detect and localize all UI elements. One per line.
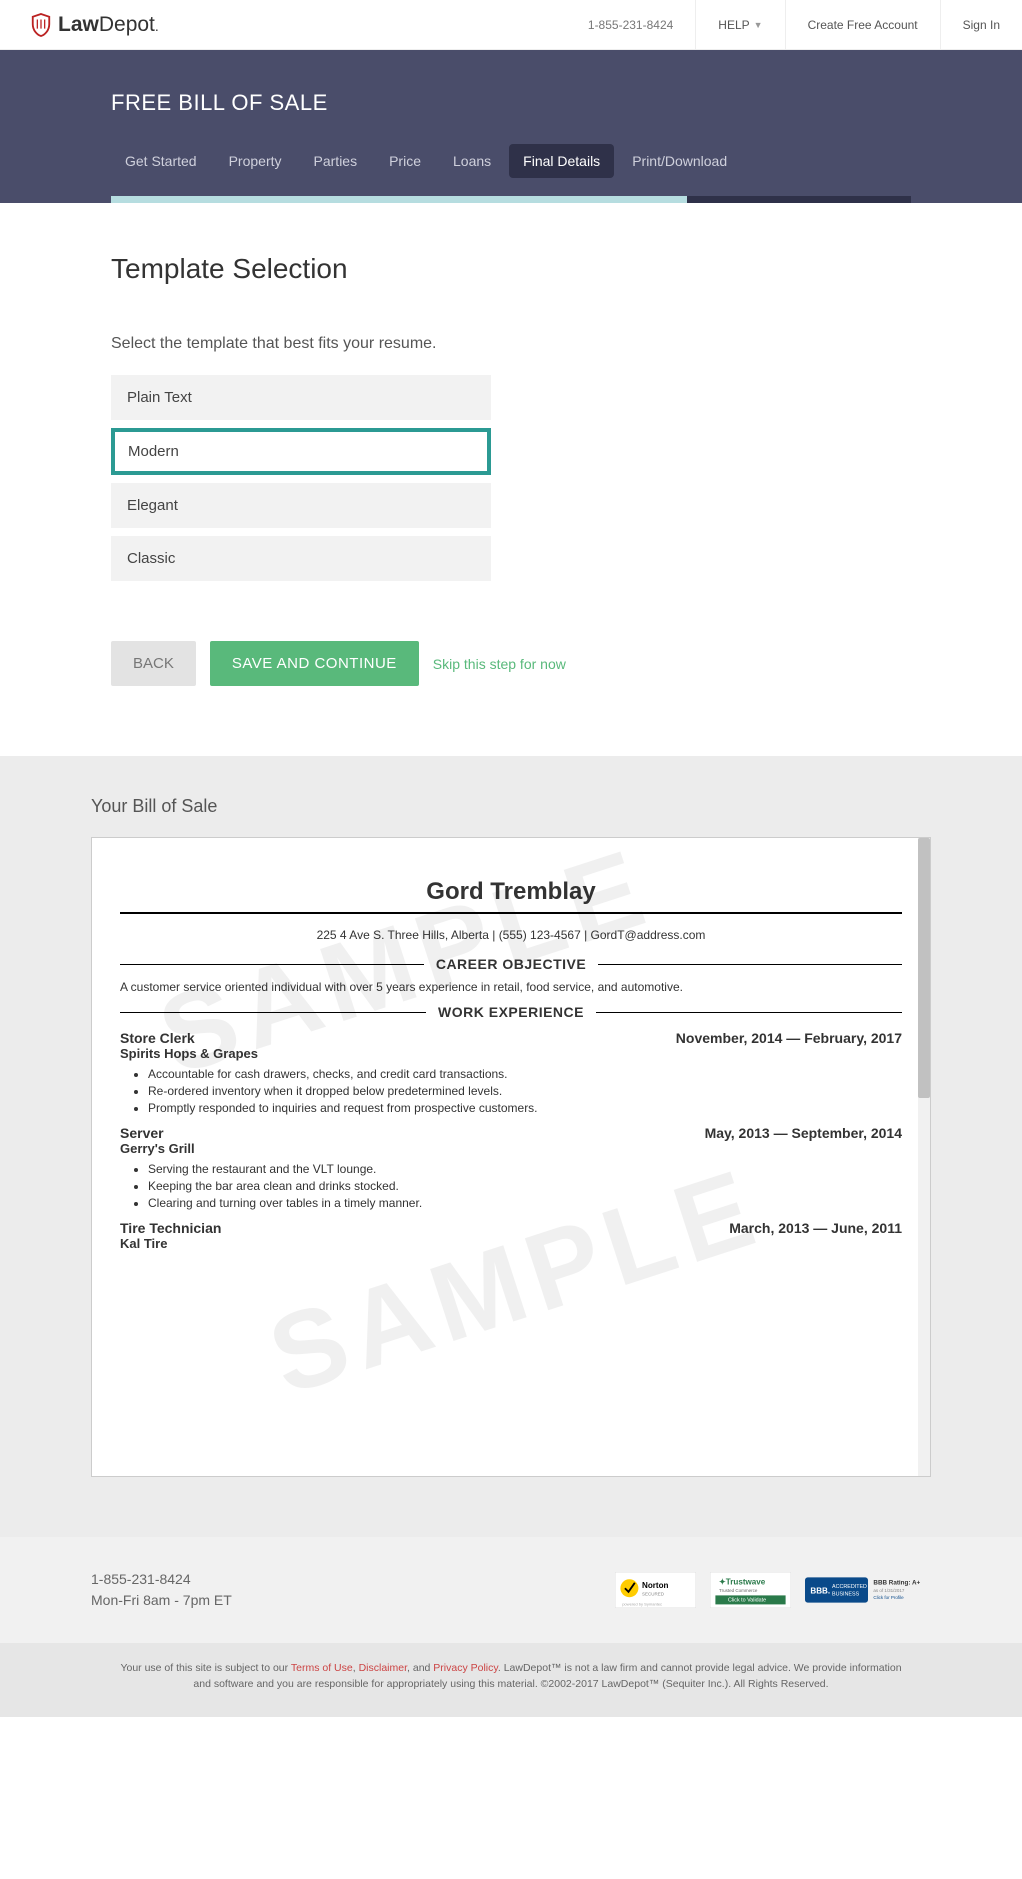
job-subtitle: Kal Tire [120,1236,902,1251]
job-subtitle: Gerry's Grill [120,1141,902,1156]
job-bullet: Promptly responded to inquiries and requ… [148,1101,902,1115]
top-header: LawDepot. 1-855-231-8424 HELP▼ Create Fr… [0,0,1022,50]
job-subtitle: Spirits Hops & Grapes [120,1046,902,1061]
job-bullet: Re-ordered inventory when it dropped bel… [148,1084,902,1098]
header-help[interactable]: HELP▼ [695,0,784,49]
job-dates: November, 2014 — February, 2017 [676,1030,902,1046]
form-actions: BACK SAVE AND CONTINUE Skip this step fo… [111,641,911,686]
job-title: Tire Technician [120,1220,221,1236]
svg-text:BUSINESS: BUSINESS [832,1591,860,1597]
doc-rule [120,912,902,914]
save-continue-button[interactable]: SAVE AND CONTINUE [210,641,419,686]
job-row: Store Clerk November, 2014 — February, 20… [120,1030,902,1046]
content: Template Selection Select the template t… [101,203,921,756]
job-bullets: Accountable for cash drawers, checks, an… [148,1067,902,1115]
skip-link[interactable]: Skip this step for now [433,656,566,672]
job-title: Server [120,1125,164,1141]
template-option-elegant[interactable]: Elegant [111,483,491,528]
job-row: Server May, 2013 — September, 2014 [120,1125,902,1141]
trust-badges: NortonSECURED powered by Symantec ✦Trustw… [615,1572,931,1608]
doc-objective-head: CAREER OBJECTIVE [120,956,902,972]
svg-text:Click to Validate: Click to Validate [728,1598,766,1604]
footer-mid: 1-855-231-8424 Mon-Fri 8am - 7pm ET Nort… [0,1537,1022,1643]
logo-shield-icon [30,12,52,38]
job-bullet: Serving the restaurant and the VLT loung… [148,1162,902,1176]
wizard-tab-property[interactable]: Property [215,144,296,178]
chevron-down-icon: ▼ [754,20,763,30]
back-button[interactable]: BACK [111,641,196,686]
template-options: Plain Text Modern Elegant Classic [111,375,491,581]
page-title: Template Selection [111,253,911,285]
bbb-badge-icon[interactable]: BBB.ACCREDITEDBUSINESS BBB Rating: A+as o… [805,1572,931,1608]
preview-frame: SAMPLE SAMPLE Gord Tremblay 225 4 Ave S.… [91,837,931,1477]
preview-section: Your Bill of Sale SAMPLE SAMPLE Gord Tre… [0,756,1022,1537]
job-dates: March, 2013 — June, 2011 [729,1220,902,1236]
wizard-tab-print-download[interactable]: Print/Download [618,144,741,178]
progress-fill [111,196,687,203]
wizard-tabs: Get StartedPropertyPartiesPriceLoansFina… [111,144,911,178]
svg-text:BBB Rating: A+: BBB Rating: A+ [873,1580,920,1587]
footer-contact: 1-855-231-8424 Mon-Fri 8am - 7pm ET [91,1569,232,1611]
svg-text:as of 1/31/2017: as of 1/31/2017 [873,1588,905,1593]
template-option-modern[interactable]: Modern [111,428,491,475]
svg-text:Trusted Commerce: Trusted Commerce [719,1588,758,1593]
preview-title: Your Bill of Sale [91,796,931,817]
progress-bar [111,196,911,203]
job-dates: May, 2013 — September, 2014 [705,1125,902,1141]
footer-hours: Mon-Fri 8am - 7pm ET [91,1590,232,1611]
logo[interactable]: LawDepot. [0,12,566,38]
footer-legal-pre: Your use of this site is subject to our [120,1662,290,1674]
header-phone[interactable]: 1-855-231-8424 [566,0,695,49]
disclaimer-link[interactable]: Disclaimer [359,1662,407,1674]
wizard-tab-price[interactable]: Price [375,144,435,178]
terms-link[interactable]: Terms of Use [291,1662,353,1674]
trustwave-badge-icon[interactable]: ✦TrustwaveTrusted Commerce Click to Valid… [710,1572,791,1608]
svg-text:✦Trustwave: ✦Trustwave [719,1578,766,1587]
svg-text:powered by Symantec: powered by Symantec [622,1601,662,1606]
job-bullets: Serving the restaurant and the VLT loung… [148,1162,902,1210]
footer-phone: 1-855-231-8424 [91,1569,232,1590]
template-option-classic[interactable]: Classic [111,536,491,581]
header-links: 1-855-231-8424 HELP▼ Create Free Account… [566,0,1022,49]
svg-text:BBB.: BBB. [810,1587,830,1596]
doc-contact: 225 4 Ave S. Three Hills, Alberta | (555… [120,928,902,942]
hero-title: FREE BILL OF SALE [111,90,911,116]
svg-text:Norton: Norton [642,1581,669,1590]
hero: FREE BILL OF SALE Get StartedPropertyPar… [0,50,1022,203]
job-bullet: Accountable for cash drawers, checks, an… [148,1067,902,1081]
wizard-tab-final-details[interactable]: Final Details [509,144,614,178]
job-row: Tire Technician March, 2013 — June, 2011 [120,1220,902,1236]
logo-text: LawDepot. [58,13,159,37]
doc-objective-text: A customer service oriented individual w… [120,980,902,994]
svg-text:ACCREDITED: ACCREDITED [832,1584,867,1590]
wizard-tab-loans[interactable]: Loans [439,144,505,178]
document-preview: SAMPLE SAMPLE Gord Tremblay 225 4 Ave S.… [92,838,930,1291]
job-title: Store Clerk [120,1030,195,1046]
norton-badge-icon[interactable]: NortonSECURED powered by Symantec [615,1572,696,1608]
wizard-tab-get-started[interactable]: Get Started [111,144,211,178]
header-create-account[interactable]: Create Free Account [785,0,940,49]
template-option-plain-text[interactable]: Plain Text [111,375,491,420]
job-bullet: Keeping the bar area clean and drinks st… [148,1179,902,1193]
privacy-link[interactable]: Privacy Policy [433,1662,498,1674]
footer-legal: Your use of this site is subject to our … [0,1643,1022,1717]
header-sign-in[interactable]: Sign In [940,0,1022,49]
wizard-tab-parties[interactable]: Parties [300,144,372,178]
svg-text:Click for Profile: Click for Profile [873,1595,904,1600]
page-subtitle: Select the template that best fits your … [111,335,911,353]
svg-text:SECURED: SECURED [642,1591,665,1596]
job-bullet: Clearing and turning over tables in a ti… [148,1196,902,1210]
doc-name: Gord Tremblay [120,878,902,906]
doc-work-head: WORK EXPERIENCE [120,1004,902,1020]
